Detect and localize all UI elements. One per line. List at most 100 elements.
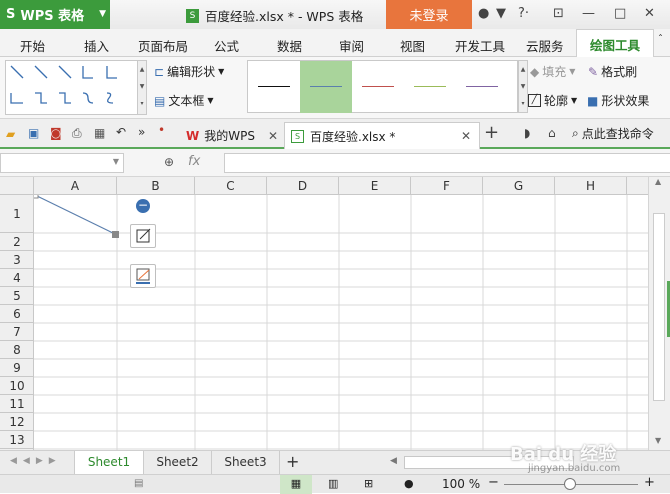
row-header-5[interactable]: 5 (0, 287, 34, 305)
line-style-green[interactable] (404, 61, 456, 113)
zoom-in-icon[interactable]: + (644, 475, 655, 490)
page-layout-view-icon[interactable]: ⊞ (364, 477, 373, 490)
collapse-float-icon[interactable]: − (136, 199, 150, 213)
tab-document[interactable]: S 百度经验.xlsx * ✕ (284, 122, 480, 149)
row-header-11[interactable]: 11 (0, 395, 34, 413)
pin-icon[interactable]: • (158, 123, 165, 137)
row-header-8[interactable]: 8 (0, 341, 34, 359)
new-tab-icon[interactable]: + (484, 122, 499, 143)
line-style-black[interactable] (248, 61, 300, 113)
zoom-level[interactable]: 100 % (442, 477, 480, 491)
menu-formula[interactable]: 公式 (214, 36, 239, 55)
open-folder-icon[interactable]: ▰ (6, 127, 15, 141)
minimize-icon[interactable]: — (582, 6, 595, 21)
row-header-12[interactable]: 12 (0, 413, 34, 431)
shape-gallery[interactable] (5, 60, 145, 115)
menu-view[interactable]: 视图 (400, 36, 425, 55)
shirt-icon[interactable]: ▼ (496, 6, 506, 21)
page-break-view-icon[interactable]: ▥ (328, 477, 338, 490)
restore-window-icon[interactable]: ⊡ (553, 6, 564, 21)
row-header-13[interactable]: 13 (0, 431, 34, 449)
edit-shape-button[interactable]: ⊏ 编辑形状 ▼ (154, 63, 224, 80)
macro-icon[interactable]: ▤ (134, 478, 143, 489)
row-header-7[interactable]: 7 (0, 323, 34, 341)
column-header-c[interactable]: C (195, 177, 267, 195)
column-header-g[interactable]: G (483, 177, 555, 195)
sheet-tab-3[interactable]: Sheet3 (212, 451, 280, 474)
menu-review[interactable]: 审阅 (339, 36, 364, 55)
column-header-d[interactable]: D (267, 177, 339, 195)
scroll-down-icon[interactable]: ▼ (655, 436, 661, 445)
name-box[interactable]: ▼ (0, 153, 124, 173)
menu-insert[interactable]: 插入 (84, 36, 109, 55)
chevron-down-icon[interactable]: ▼ (113, 157, 119, 166)
skin-icon[interactable]: ● (478, 6, 489, 21)
column-header-f[interactable]: F (411, 177, 483, 195)
shape-outline-float-button[interactable] (130, 264, 156, 288)
undo-icon[interactable]: ↶ (116, 125, 126, 139)
format-brush-button[interactable]: ✎ 格式刷 (588, 63, 637, 80)
spreadsheet-grid[interactable]: A B C D E F G H 1 2 3 4 5 6 7 8 9 10 11 … (0, 177, 670, 450)
print-preview-icon[interactable]: ▦ (94, 126, 105, 140)
help-icon[interactable]: ?· (518, 6, 529, 21)
sync-icon[interactable]: ⌂ (548, 126, 556, 140)
select-all-corner[interactable] (0, 177, 34, 195)
hscroll-left-icon[interactable]: ◀ (390, 456, 397, 466)
vertical-scroll-thumb[interactable] (653, 213, 665, 401)
outline-button[interactable]: ╱ 轮廓 ▼ (528, 92, 577, 109)
column-header-a[interactable]: A (34, 177, 117, 195)
shape-gallery-scroll[interactable]: ▲ ▼ ▾ (137, 60, 147, 115)
row-header-2[interactable]: 2 (0, 233, 34, 251)
line-style-red[interactable] (352, 61, 404, 113)
menu-cloud[interactable]: 云服务 (526, 36, 564, 55)
sheet-tab-2[interactable]: Sheet2 (144, 451, 212, 474)
sheet-tab-1[interactable]: Sheet1 (74, 451, 144, 474)
sheet-nav-arrows-icon[interactable]: ◀◀▶▶ (10, 456, 62, 466)
close-tab-icon[interactable]: ✕ (268, 129, 278, 143)
backup-icon[interactable]: ◗ (524, 126, 530, 140)
text-box-button[interactable]: ▤ 文本框 ▼ (154, 92, 214, 109)
vertical-scrollbar[interactable]: ▲ ▼ (648, 177, 670, 450)
tab-my-wps[interactable]: W 我的WPS ✕ (180, 123, 284, 148)
add-sheet-icon[interactable]: + (286, 452, 299, 471)
column-header-e[interactable]: E (339, 177, 411, 195)
menu-developer[interactable]: 开发工具 (455, 36, 505, 55)
line-style-gallery[interactable] (247, 60, 518, 113)
app-menu-button[interactable]: S WPS 表格 ▼ (0, 0, 110, 29)
reading-mode-icon[interactable]: ● (404, 477, 414, 490)
formula-input[interactable] (224, 153, 670, 173)
close-icon[interactable]: ✕ (644, 6, 655, 21)
scroll-up-icon[interactable]: ▲ (655, 177, 661, 186)
row-header-10[interactable]: 10 (0, 377, 34, 395)
shape-effect-button[interactable]: ■ 形状效果 (587, 92, 649, 109)
save-icon[interactable]: ▣ (28, 126, 39, 140)
more-quick-tools-icon[interactable]: » (138, 125, 145, 139)
export-pdf-icon[interactable]: ◙ (50, 126, 62, 140)
line-style-blue-selected[interactable] (300, 61, 352, 113)
command-search[interactable]: ⌕ 点此查找命令 (572, 125, 654, 142)
close-tab-icon[interactable]: ✕ (461, 129, 471, 143)
shape-style-float-button[interactable] (130, 224, 156, 248)
zoom-slider-knob[interactable] (564, 478, 576, 490)
menu-drawing-tools[interactable]: 绘图工具 (576, 29, 654, 58)
row-header-4[interactable]: 4 (0, 269, 34, 287)
column-header-b[interactable]: B (117, 177, 195, 195)
normal-view-button[interactable]: ▦ (280, 475, 312, 494)
login-button[interactable]: 未登录 (386, 0, 472, 29)
ribbon-collapse-icon[interactable]: ˆ (658, 34, 663, 45)
fill-button[interactable]: ◆ 填充 ▼ (530, 63, 575, 80)
menu-home[interactable]: 开始 (20, 36, 45, 55)
zoom-lookup-icon[interactable]: ⊕ (164, 155, 174, 169)
print-icon[interactable]: ⎙ (72, 126, 82, 141)
fx-icon[interactable]: fx (188, 154, 200, 169)
line-style-purple[interactable] (456, 61, 508, 113)
maximize-icon[interactable]: □ (614, 6, 626, 21)
row-header-6[interactable]: 6 (0, 305, 34, 323)
zoom-out-icon[interactable]: − (488, 475, 499, 490)
menu-data[interactable]: 数据 (277, 36, 302, 55)
menu-page-layout[interactable]: 页面布局 (138, 36, 188, 55)
row-header-9[interactable]: 9 (0, 359, 34, 377)
style-gallery-scroll[interactable]: ▲ ▼ ▾ (518, 60, 528, 113)
row-header-1[interactable]: 1 (0, 195, 34, 233)
row-header-3[interactable]: 3 (0, 251, 34, 269)
